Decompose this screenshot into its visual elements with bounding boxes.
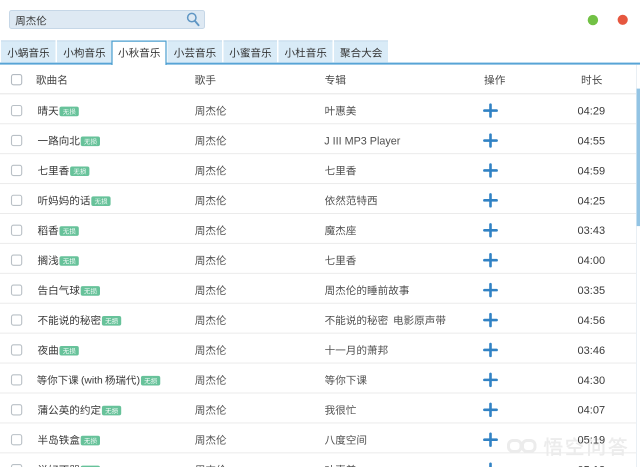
svg-text:J III MP3 Player: J III MP3 Player	[324, 135, 401, 147]
svg-text:(with: (with	[81, 376, 103, 387]
svg-text:04:07: 04:07	[578, 405, 606, 417]
svg-text:04:59: 04:59	[578, 165, 606, 177]
svg-text:04:55: 04:55	[578, 135, 606, 147]
svg-text:04:00: 04:00	[578, 255, 606, 267]
svg-text:04:56: 04:56	[578, 315, 606, 327]
svg-text:03:43: 03:43	[578, 225, 606, 237]
svg-text:): )	[137, 376, 140, 387]
svg-text:04:25: 04:25	[578, 195, 606, 207]
svg-text:04:30: 04:30	[578, 375, 606, 387]
svg-text:03:35: 03:35	[578, 285, 606, 297]
svg-text:05:19: 05:19	[578, 435, 606, 447]
svg-text:03:46: 03:46	[578, 345, 606, 357]
svg-text:04:29: 04:29	[578, 106, 606, 118]
